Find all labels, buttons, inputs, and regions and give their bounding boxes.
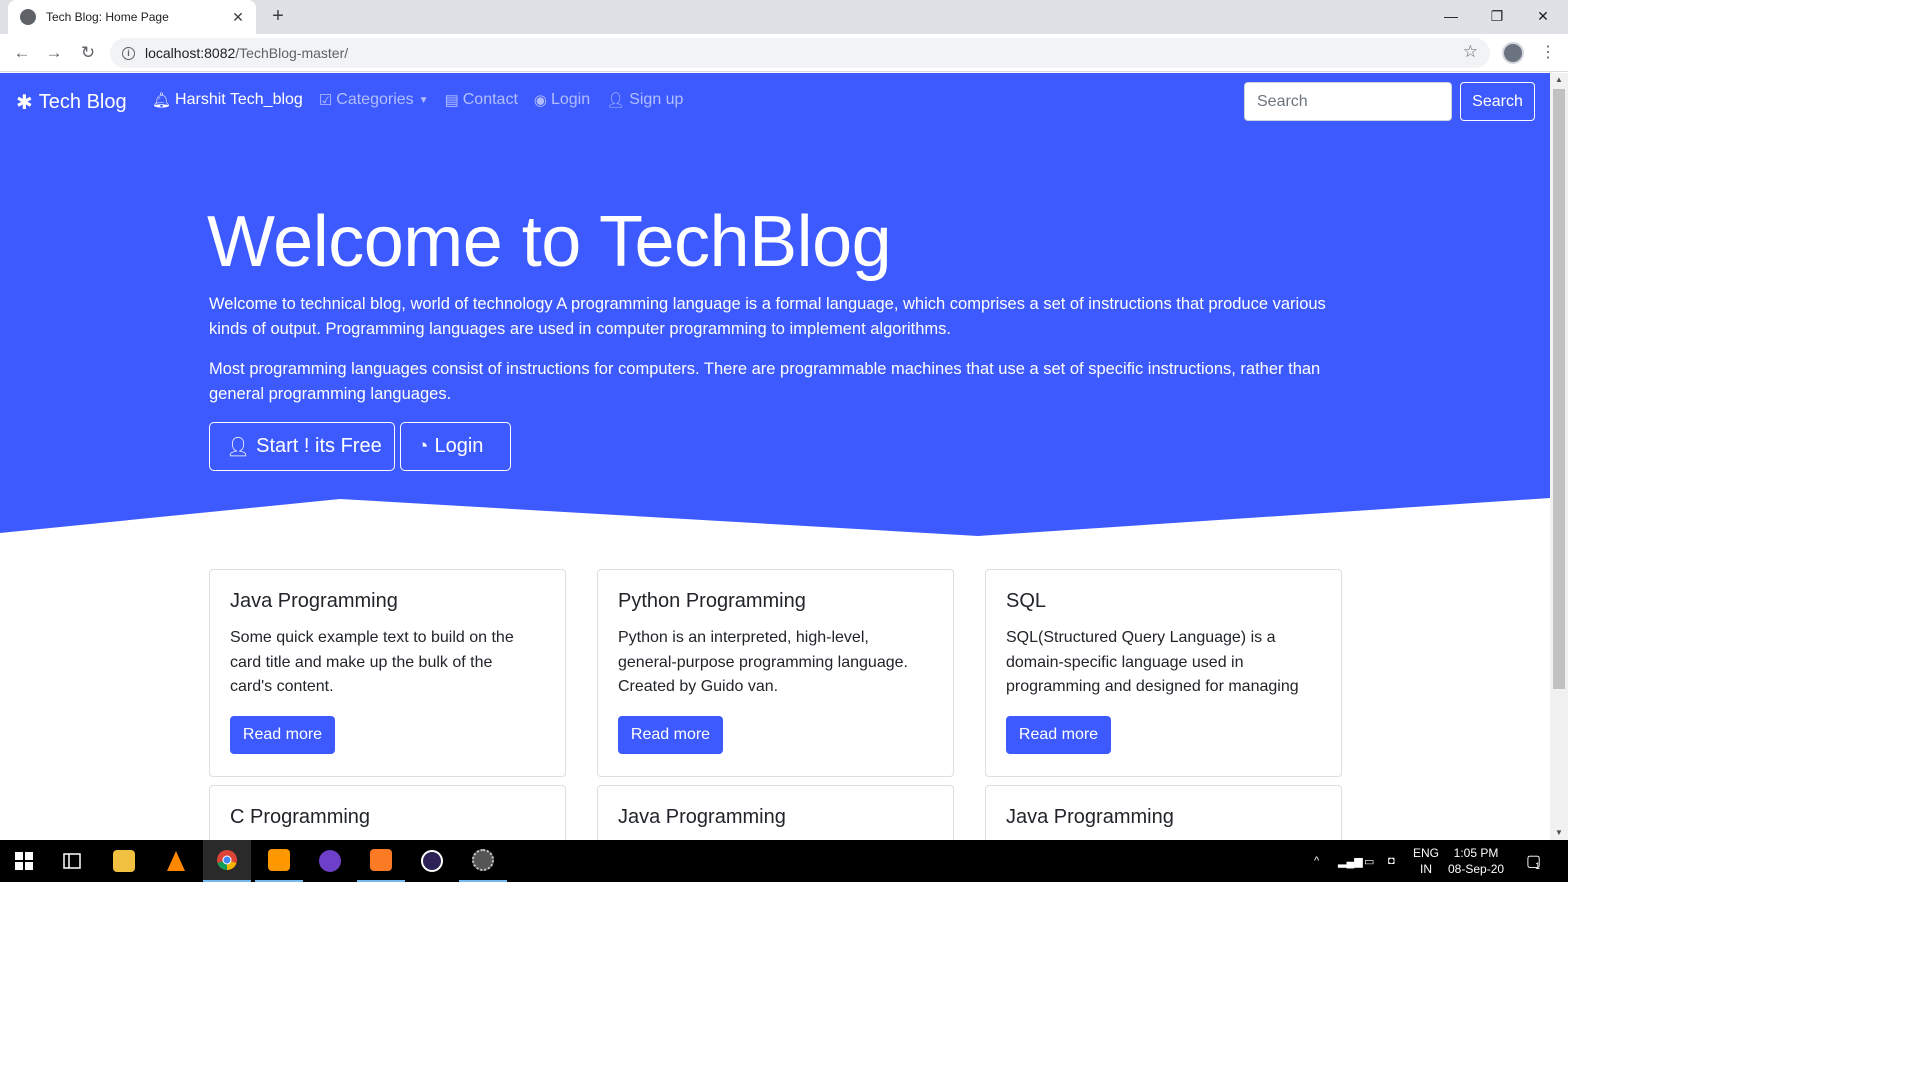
settings-gear-icon[interactable] (459, 840, 507, 882)
battery-icon[interactable]: ▭ (1364, 840, 1374, 882)
hero-login-button[interactable]: ◔ Login (400, 422, 511, 471)
close-window-button[interactable]: ✕ (1520, 0, 1566, 34)
read-more-button[interactable]: Read more (618, 716, 723, 754)
user-plus-icon: 👤︎ (606, 92, 626, 109)
vlc-icon[interactable] (152, 840, 200, 882)
url-path: /TechBlog-master/ (235, 45, 349, 61)
browser-tabstrip: Tech Blog: Home Page ✕ + — ❐ ✕ (0, 0, 1568, 34)
nav-item-contact[interactable]: ▤ Contact (445, 91, 518, 109)
nav-item-harshit[interactable]: 🔔︎ Harshit Tech_blog (152, 91, 303, 109)
card-title: Java Programming (230, 590, 398, 612)
address-card-icon: ▤ (444, 92, 459, 109)
minimize-button[interactable]: — (1428, 0, 1474, 34)
check-square-icon: ☑ (318, 92, 333, 109)
bell-icon: 🔔︎ (152, 92, 172, 109)
nav-item-signup[interactable]: 👤︎ Sign up (606, 91, 683, 109)
card-c: C Programming (209, 785, 566, 840)
wifi-icon[interactable]: ▂▄▆ (1338, 840, 1363, 882)
bookmark-star-icon[interactable]: ☆ (1463, 42, 1478, 62)
nav-item-label: Login (550, 91, 591, 108)
file-explorer-icon[interactable] (100, 840, 148, 882)
browser-tab[interactable]: Tech Blog: Home Page ✕ (8, 0, 256, 34)
address-bar[interactable]: i localhost:8082/TechBlog-master/ ☆ (110, 38, 1490, 68)
windows-taskbar: ^ ▂▄▆ ▭ ◘ ENG IN 1:05 PM 08-Sep-20 ▢ 1 (0, 840, 1568, 882)
card-sql: SQL SQL(Structured Query Language) is a … (985, 569, 1342, 777)
card-python: Python Programming Python is an interpre… (597, 569, 954, 777)
lang-top: ENG (1413, 846, 1440, 860)
scrollbar-thumb[interactable] (1553, 89, 1565, 689)
task-view-icon[interactable] (48, 840, 96, 882)
scroll-up-icon[interactable]: ▲ (1550, 73, 1568, 87)
clock-date: 08-Sep-20 (1448, 862, 1505, 876)
search-input[interactable] (1244, 82, 1452, 121)
nav-item-label: Categories (336, 91, 414, 108)
nav-item-label: Contact (462, 91, 518, 108)
sublime-text-icon[interactable] (255, 840, 303, 882)
card-java-2: Java Programming (597, 785, 954, 840)
browser-toolbar: ← → ↻ i localhost:8082/TechBlog-master/ … (0, 34, 1568, 72)
start-free-label: Start ! its Free (256, 435, 382, 457)
tray-chevron-up-icon[interactable]: ^ (1314, 840, 1319, 882)
maximize-button[interactable]: ❐ (1474, 0, 1520, 34)
notification-count: 1 (1535, 861, 1541, 871)
brand-label: Tech Blog (38, 91, 127, 113)
back-arrow-icon[interactable]: ← (10, 41, 34, 65)
nav-item-label: Harshit Tech_blog (175, 91, 303, 108)
notification-icon[interactable]: ▢ 1 (1526, 840, 1541, 882)
search-button[interactable]: Search (1460, 82, 1535, 121)
circle-notch-icon: ◔ (417, 435, 429, 457)
user-plus-icon: 👤︎ (226, 436, 251, 458)
github-desktop-icon[interactable] (306, 840, 354, 882)
card-title: Python Programming (618, 590, 806, 612)
url-host: localhost:8082 (145, 45, 236, 61)
card-java-3: Java Programming (985, 785, 1342, 840)
tab-title: Tech Blog: Home Page (46, 10, 169, 24)
reload-icon[interactable]: ↻ (76, 41, 100, 65)
card-title: Java Programming (1006, 806, 1174, 828)
card-title: C Programming (230, 806, 371, 828)
nav-items: 🔔︎ Harshit Tech_blog ☑ Categories ▼ ▤ Co… (152, 91, 699, 109)
forward-arrow-icon[interactable]: → (42, 41, 66, 65)
profile-avatar[interactable] (1502, 42, 1524, 64)
clock-time: 1:05 PM (1453, 846, 1499, 860)
card-text: Some quick example text to build on the … (230, 629, 514, 695)
scroll-down-icon[interactable]: ▼ (1550, 826, 1568, 840)
language-indicator[interactable]: ENG IN (1413, 845, 1439, 877)
hero-title: Welcome to TechBlog (207, 202, 892, 282)
volume-icon[interactable]: ◘ (1388, 840, 1395, 882)
card-text: Python is an interpreted, high-level, ge… (618, 629, 908, 695)
read-more-button[interactable]: Read more (230, 716, 335, 754)
menu-kebab-icon[interactable]: ⋮ (1540, 42, 1556, 62)
page-viewport: ✱ Tech Blog 🔔︎ Harshit Tech_blog ☑ Categ… (0, 73, 1550, 840)
eclipse-icon[interactable] (408, 840, 456, 882)
navbar-brand[interactable]: ✱ Tech Blog (16, 90, 127, 115)
lang-bottom: IN (1420, 862, 1432, 876)
hero-paragraph-1: Welcome to technical blog, world of tech… (209, 295, 1326, 338)
hero-login-label: Login (434, 435, 484, 457)
start-free-button[interactable]: 👤︎ Start ! its Free (209, 422, 395, 471)
asterisk-icon: ✱ (16, 92, 33, 114)
card-title: SQL (1006, 590, 1047, 612)
nav-item-categories[interactable]: ☑ Categories ▼ (319, 91, 429, 109)
nav-item-label: Sign up (629, 91, 684, 108)
screen: Tech Blog: Home Page ✕ + — ❐ ✕ ← → ↻ i l… (0, 0, 1568, 882)
chrome-icon[interactable] (203, 840, 251, 882)
windows-start-icon[interactable] (0, 840, 48, 882)
navbar: ✱ Tech Blog 🔔︎ Harshit Tech_blog ☑ Categ… (0, 73, 1550, 131)
new-tab-button[interactable]: + (266, 4, 290, 28)
caret-down-icon: ▼ (418, 94, 429, 106)
nav-item-login[interactable]: ◉ Login (534, 91, 590, 109)
card-title: Java Programming (618, 806, 786, 828)
xampp-icon[interactable] (357, 840, 405, 882)
info-icon[interactable]: i (122, 46, 135, 60)
globe-icon (20, 9, 36, 25)
taskbar-clock[interactable]: 1:05 PM 08-Sep-20 (1448, 845, 1504, 877)
page-scrollbar[interactable]: ▲ ▼ (1550, 73, 1568, 840)
card-text: SQL(Structured Query Language) is a doma… (1006, 629, 1299, 695)
read-more-button[interactable]: Read more (1006, 716, 1111, 754)
user-circle-icon: ◉ (533, 92, 547, 109)
hero-paragraph-2: Most programming languages consist of in… (209, 360, 1321, 403)
tab-close-icon[interactable]: ✕ (230, 9, 246, 26)
card-java: Java Programming Some quick example text… (209, 569, 566, 777)
